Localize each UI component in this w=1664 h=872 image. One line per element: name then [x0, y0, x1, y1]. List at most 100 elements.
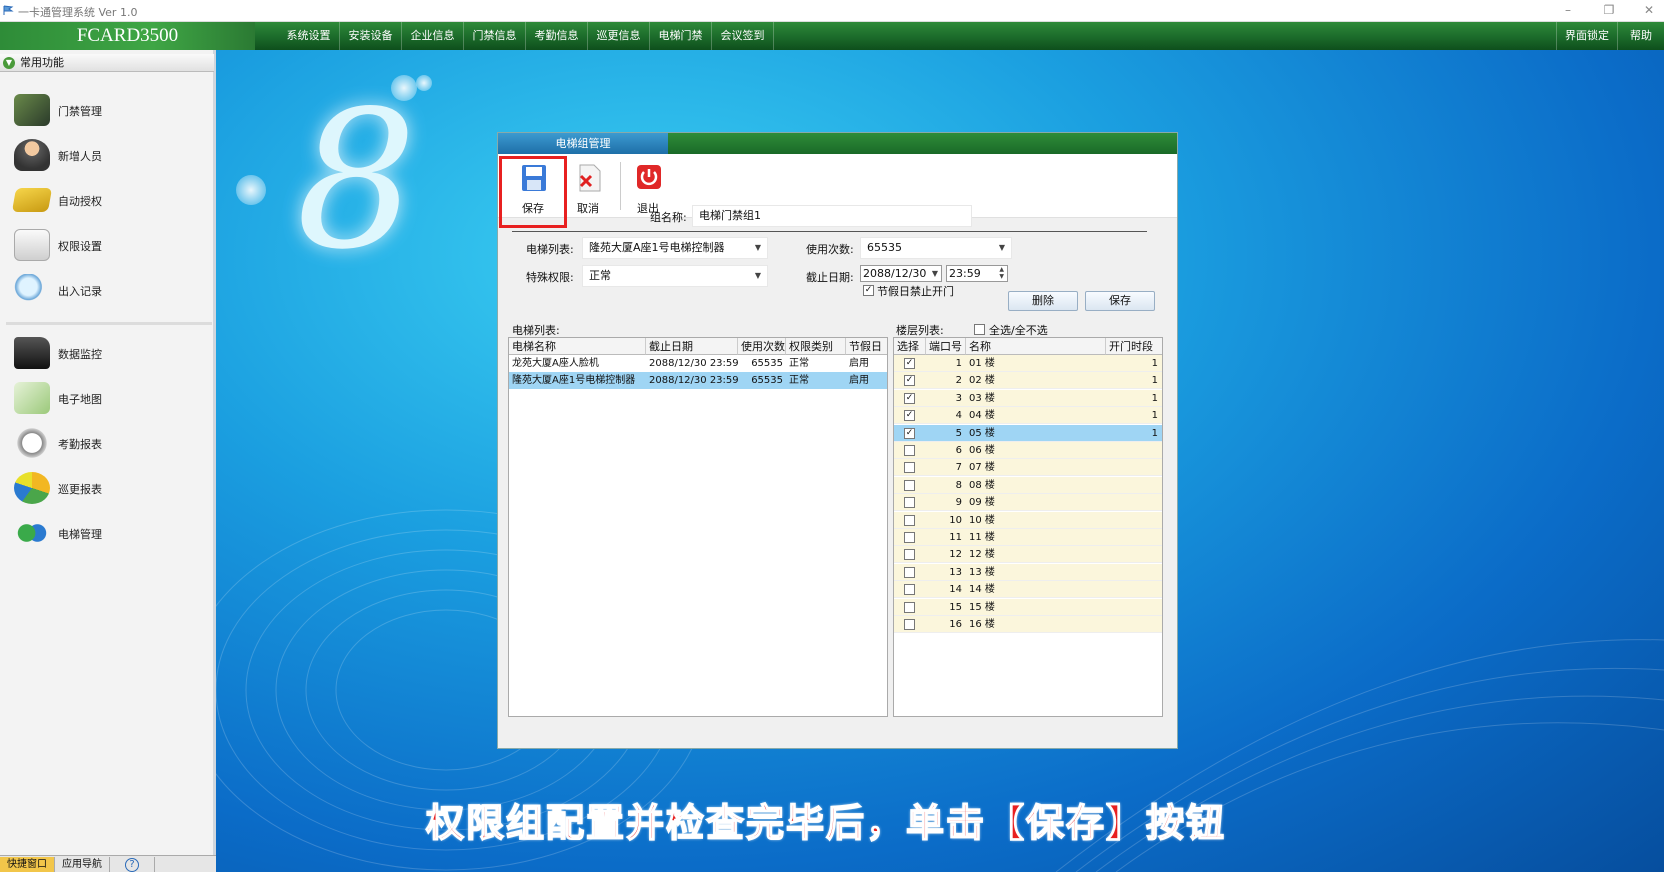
floor-select-checkbox[interactable] — [904, 566, 915, 578]
menu-system-settings[interactable]: 系统设置 — [278, 22, 340, 50]
floor-select-checkbox[interactable] — [904, 619, 915, 630]
table-row[interactable]: 龙苑大厦A座人脸机 2088/12/30 23:59 65535 正常 启用 — [509, 355, 887, 372]
select-all-checkbox[interactable] — [974, 324, 985, 335]
exit-toolbar-button[interactable]: 退出 — [622, 158, 674, 215]
sidebar-header[interactable]: ▼ 常用功能 — [0, 54, 214, 72]
group-name-input[interactable]: 电梯门禁组1 — [692, 205, 972, 227]
save-toolbar-button[interactable]: 保存 — [499, 156, 567, 228]
floor-select-checkbox[interactable] — [904, 601, 915, 613]
floor-select-checkbox[interactable] — [904, 497, 915, 509]
floor-select-checkbox[interactable] — [904, 584, 915, 596]
sidebar-item-permission-settings[interactable]: 权限设置 — [10, 225, 210, 265]
menu-lock-ui[interactable]: 界面锁定 — [1556, 22, 1618, 50]
floor-row[interactable]: ✓ 2 02 楼 1 — [894, 372, 1162, 390]
port-cell: 13 — [949, 566, 962, 578]
app-flag-icon — [3, 5, 14, 15]
column-header[interactable]: 电梯名称 — [509, 338, 646, 355]
floor-select-checkbox[interactable] — [904, 479, 915, 491]
close-button[interactable]: ✕ — [1636, 2, 1662, 18]
menu-install-devices[interactable]: 安装设备 — [340, 22, 402, 50]
floor-select-checkbox[interactable] — [904, 445, 915, 456]
camera-icon — [14, 337, 50, 369]
menu-access-info[interactable]: 门禁信息 — [464, 22, 526, 50]
floor-select-checkbox[interactable] — [904, 462, 915, 474]
holiday-no-open-checkbox[interactable]: ✓ — [863, 285, 874, 296]
menu-help[interactable]: 帮助 — [1618, 22, 1664, 50]
floor-select-checkbox[interactable]: ✓ — [904, 375, 915, 387]
column-header[interactable]: 权限类别 — [786, 338, 846, 355]
use-count-cell: 65535 — [751, 375, 783, 386]
sidebar-item-e-map[interactable]: 电子地图 — [10, 378, 210, 418]
floor-table-label: 楼层列表: — [896, 324, 944, 337]
menu-patrol-info[interactable]: 巡更信息 — [588, 22, 650, 50]
column-header[interactable]: 选择 — [894, 338, 926, 355]
floor-row[interactable]: 9 09 楼 — [894, 494, 1162, 512]
floor-row[interactable]: 7 07 楼 — [894, 459, 1162, 477]
open-slot-cell — [1106, 459, 1162, 476]
column-header[interactable]: 使用次数 — [738, 338, 786, 355]
save-button[interactable]: 保存 — [1085, 291, 1155, 311]
floor-select-checkbox[interactable] — [904, 532, 915, 543]
cancel-doc-icon — [579, 164, 601, 192]
floor-name-cell: 04 楼 — [969, 410, 995, 422]
sidebar-item-access-management[interactable]: 门禁管理 — [10, 90, 210, 130]
floor-select-checkbox[interactable] — [904, 514, 915, 526]
floor-row[interactable]: 6 06 楼 — [894, 442, 1162, 459]
expiry-time-spinner[interactable]: 23:59 ▲ ▼ — [946, 265, 1008, 282]
column-header[interactable]: 开门时段 — [1106, 338, 1162, 355]
floor-select-checkbox[interactable]: ✓ — [904, 358, 915, 369]
column-header[interactable]: 端口号 — [926, 338, 966, 355]
cancel-toolbar-button[interactable]: 取消 — [562, 158, 614, 215]
floor-row[interactable]: ✓ 4 04 楼 1 — [894, 407, 1162, 425]
permission-type-cell: 正常 — [789, 375, 809, 386]
floor-row[interactable]: ✓ 1 01 楼 1 — [894, 355, 1162, 372]
use-count-select[interactable]: 65535 ▼ — [860, 237, 1012, 259]
sidebar-item-data-monitor[interactable]: 数据监控 — [10, 333, 210, 373]
floor-select-checkbox[interactable]: ✓ — [904, 427, 915, 439]
restore-button[interactable]: ❐ — [1596, 2, 1622, 18]
column-header[interactable]: 截止日期 — [646, 338, 738, 355]
use-count-value: 65535 — [867, 241, 902, 254]
floor-select-checkbox[interactable]: ✓ — [904, 410, 915, 422]
sidebar-item-access-records[interactable]: 出入记录 — [10, 270, 210, 310]
floor-row[interactable]: 12 12 楼 — [894, 546, 1162, 564]
sidebar-item-attendance-report[interactable]: 考勤报表 — [10, 423, 210, 463]
expiry-date-picker[interactable]: 2088/12/30 ▼ — [860, 265, 942, 282]
document-gear-icon — [14, 229, 50, 261]
table-row-selected[interactable]: 隆苑大厦A座1号电梯控制器 2088/12/30 23:59 65535 正常 … — [509, 372, 887, 389]
menu-attendance-info[interactable]: 考勤信息 — [526, 22, 588, 50]
floor-row[interactable]: 13 13 楼 — [894, 563, 1162, 581]
sidebar-item-patrol-report[interactable]: 巡更报表 — [10, 468, 210, 508]
floor-row[interactable]: 15 15 楼 — [894, 598, 1162, 616]
instruction-subtitle: 权限组配置并检查完毕后，单击【保存】按钮 — [425, 800, 1227, 846]
floor-row[interactable]: 8 08 楼 — [894, 476, 1162, 494]
floor-select-checkbox[interactable] — [904, 549, 915, 561]
tab-app-navigation[interactable]: 应用导航 — [55, 857, 110, 872]
floor-row[interactable]: 11 11 楼 — [894, 529, 1162, 546]
sidebar-item-add-person[interactable]: 新增人员 — [10, 135, 210, 175]
sidebar-item-auto-authorize[interactable]: 自动授权 — [10, 180, 210, 220]
floor-row[interactable]: ✓ 5 05 楼 1 — [894, 424, 1162, 442]
menu-elevator-access[interactable]: 电梯门禁 — [650, 22, 712, 50]
tab-quick-window[interactable]: 快捷窗口 — [0, 857, 55, 872]
tab-elevator-group[interactable]: 电梯组管理 — [498, 133, 668, 154]
menu-meeting-checkin[interactable]: 会议签到 — [712, 22, 774, 50]
floor-row[interactable]: 16 16 楼 — [894, 616, 1162, 633]
delete-button[interactable]: 删除 — [1008, 291, 1078, 311]
floor-row[interactable]: ✓ 3 03 楼 1 — [894, 389, 1162, 407]
special-permission-select[interactable]: 正常 ▼ — [582, 265, 768, 287]
port-cell: 9 — [955, 497, 962, 509]
sidebar-item-elevator-management[interactable]: 电梯管理 — [10, 513, 210, 553]
open-slot-cell — [1106, 599, 1162, 616]
open-slot-cell — [1106, 564, 1162, 581]
column-header[interactable]: 名称 — [966, 338, 1106, 355]
floor-row[interactable]: 14 14 楼 — [894, 581, 1162, 599]
floor-select-checkbox[interactable]: ✓ — [904, 392, 915, 404]
menu-company-info[interactable]: 企业信息 — [402, 22, 464, 50]
floor-row[interactable]: 10 10 楼 — [894, 511, 1162, 529]
column-header[interactable]: 节假日 — [846, 338, 887, 355]
menu-bar: FCARD3500 系统设置 安装设备 企业信息 门禁信息 考勤信息 巡更信息 … — [0, 22, 1664, 50]
elevator-list-select[interactable]: 隆苑大厦A座1号电梯控制器 ▼ — [582, 237, 768, 259]
help-icon[interactable]: ? — [110, 857, 155, 872]
minimize-button[interactable]: – — [1555, 2, 1581, 18]
